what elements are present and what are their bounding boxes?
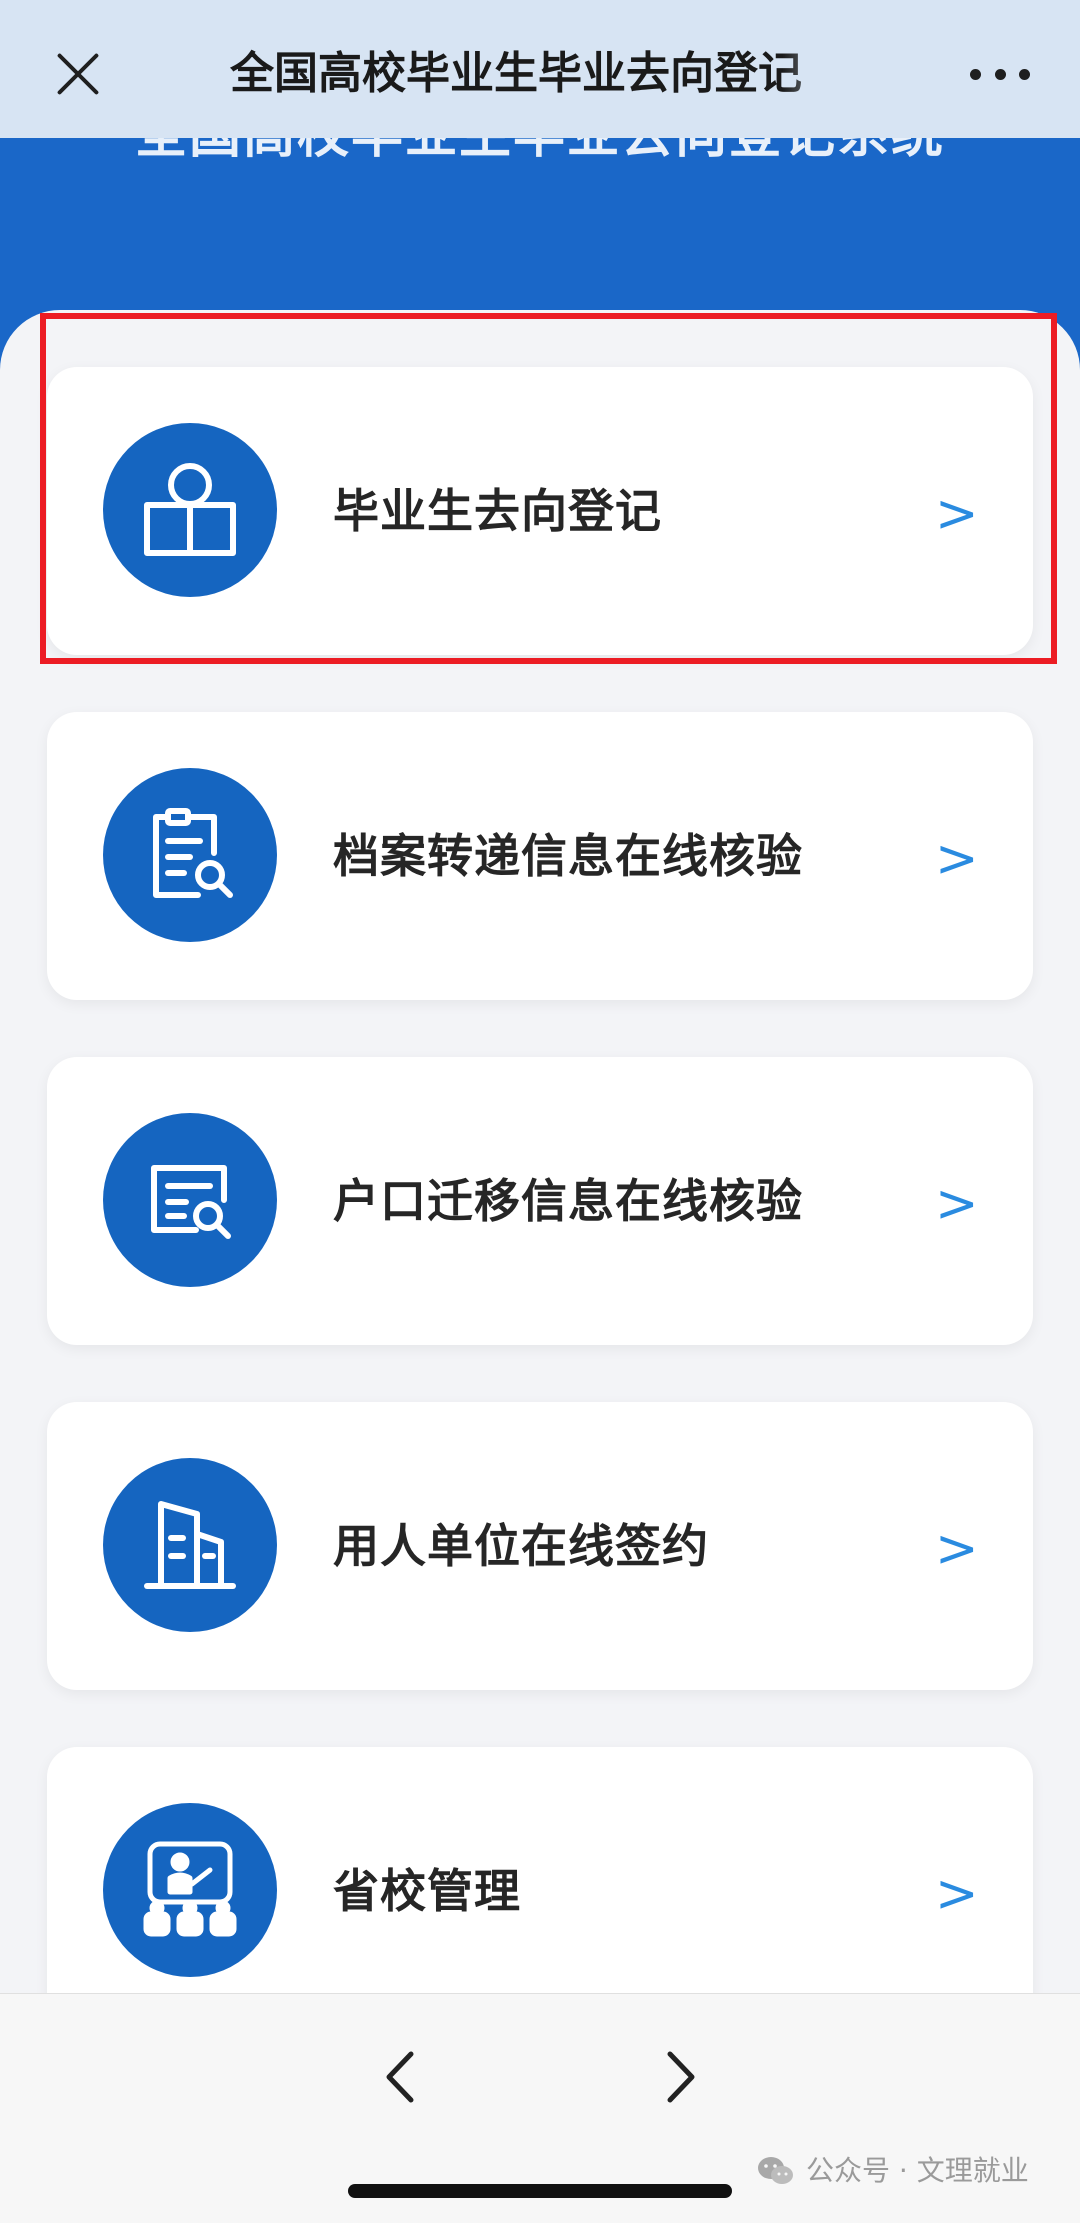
chevron-left-icon[interactable] <box>371 2042 431 2112</box>
watermark-text: 公众号 · 文理就业 <box>806 2154 1029 2187</box>
home-indicator[interactable] <box>348 2184 732 2198</box>
watermark: 公众号 · 文理就业 <box>756 2149 1029 2193</box>
card-search-icon <box>103 1113 277 1287</box>
building-icon <box>103 1458 277 1632</box>
menu-item-label: 户口迁移信息在线核验 <box>333 1174 803 1228</box>
menu-item-graduate-registration[interactable]: 毕业生去向登记 > <box>47 367 1033 655</box>
menu-item-label: 档案转递信息在线核验 <box>333 829 803 883</box>
chevron-right-icon: > <box>935 829 979 889</box>
close-icon[interactable] <box>54 50 102 98</box>
classroom-icon <box>103 1803 277 1977</box>
menu-item-employer-signing[interactable]: 用人单位在线签约 > <box>47 1402 1033 1690</box>
more-icon[interactable] <box>970 60 1030 88</box>
browser-bottom-bar: 公众号 · 文理就业 <box>0 1993 1080 2223</box>
wechat-icon <box>758 2157 793 2184</box>
document-search-icon <box>103 768 277 942</box>
chevron-right-icon: > <box>935 1519 979 1579</box>
chevron-right-icon[interactable] <box>650 2042 710 2112</box>
menu-item-hukou-verification[interactable]: 户口迁移信息在线核验 > <box>47 1057 1033 1345</box>
menu-item-archive-verification[interactable]: 档案转递信息在线核验 > <box>47 712 1033 1000</box>
chevron-right-icon: > <box>935 484 979 544</box>
page-title: 全国高校毕业生毕业去向登记 <box>230 48 802 99</box>
chevron-right-icon: > <box>935 1174 979 1234</box>
reader-book-icon <box>103 423 277 597</box>
top-bar: 全国高校毕业生毕业去向登记 <box>0 0 1080 138</box>
menu-item-label: 省校管理 <box>333 1864 521 1918</box>
menu-item-label: 用人单位在线签约 <box>333 1519 709 1573</box>
chevron-right-icon: > <box>935 1864 979 1924</box>
menu-item-province-school-management[interactable]: 省校管理 > <box>47 1747 1033 2035</box>
menu-item-label: 毕业生去向登记 <box>333 484 662 538</box>
page: 全国高校毕业生毕业去向登记系统 全国高校毕业生毕业去向登记 毕业生去向登记 > <box>0 0 1080 2223</box>
